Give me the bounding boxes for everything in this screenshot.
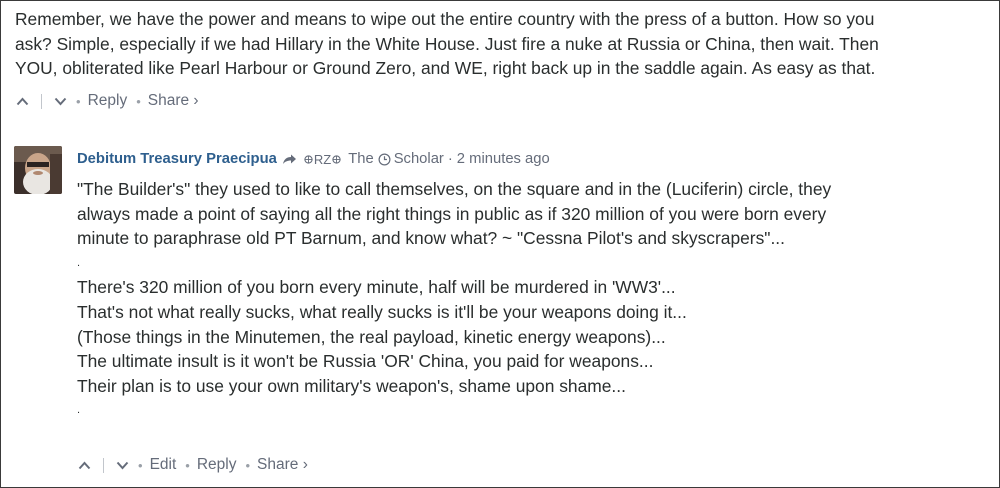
upvote-button[interactable]: [77, 458, 91, 472]
parent-comment-actions: • Reply • Share ›: [15, 92, 199, 110]
comment-text-line: That's not what really sucks, what reall…: [77, 301, 687, 322]
comment-text-line: Their plan is to use your own military's…: [77, 375, 626, 396]
user-badge[interactable]: RZ: [304, 152, 341, 167]
share-button[interactable]: Share ›: [148, 92, 199, 110]
comment-thread: Remember, we have the power and means to…: [0, 0, 1000, 488]
reply-comment-actions: • Edit • Reply • Share ›: [77, 456, 308, 474]
avatar-image: [14, 146, 62, 194]
badge-label: RZ: [313, 151, 332, 167]
separator-dot: •: [138, 457, 143, 473]
chevron-down-icon: [116, 461, 128, 469]
author-name[interactable]: Debitum Treasury Praecipua: [77, 151, 277, 167]
separator-dot: •: [245, 457, 251, 473]
comment-header: Debitum Treasury Praecipua RZ The Schola…: [77, 151, 550, 167]
edit-button[interactable]: Edit: [150, 456, 177, 474]
downvote-button[interactable]: [115, 458, 129, 472]
chevron-up-icon: [16, 97, 28, 105]
separator-dot: •: [76, 93, 81, 109]
avatar[interactable]: [14, 146, 62, 194]
reply-button[interactable]: Reply: [88, 92, 128, 110]
comment-spacer-line: .: [77, 404, 81, 417]
comment-text-line: There's 320 million of you born every mi…: [77, 277, 676, 298]
globe-icon: [332, 154, 341, 164]
comment-text-line: Remember, we have the power and means to…: [15, 9, 875, 29]
header-separator: ·: [447, 151, 453, 167]
in-reply-to-link[interactable]: Scholar: [394, 151, 444, 167]
comment-text-line: The ultimate insult is it won't be Russi…: [77, 351, 654, 372]
vote-divider: [41, 93, 42, 109]
comment-text-line: ask? Simple, especially if we had Hillar…: [15, 33, 879, 54]
reply-comment-body: "The Builder's" they used to like to cal…: [77, 177, 982, 423]
comment-text-line: YOU, obliterated like Pearl Harbour or G…: [15, 58, 876, 78]
chevron-down-icon: [54, 97, 66, 105]
share-button[interactable]: Share ›: [257, 456, 308, 474]
in-reply-to-prefix: The: [348, 151, 374, 167]
comment-text-line: (Those things in the Minutemen, the real…: [77, 326, 666, 347]
parent-comment-body: Remember, we have the power and means to…: [15, 7, 990, 81]
reply-button[interactable]: Reply: [197, 456, 237, 474]
comment-text-line: "The Builder's" they used to like to cal…: [77, 179, 832, 199]
downvote-button[interactable]: [53, 94, 67, 108]
upvote-button[interactable]: [15, 94, 29, 108]
globe-icon: [304, 154, 313, 164]
comment-text-line: minute to paraphrase old PT Barnum, and …: [77, 228, 785, 249]
chevron-up-icon: [78, 461, 90, 469]
share-arrow-icon: [282, 154, 297, 165]
separator-dot: •: [136, 93, 141, 109]
comment-spacer-line: .: [77, 256, 81, 269]
separator-dot: •: [185, 457, 190, 473]
clock-icon: [378, 153, 391, 166]
comment-text-line: always made a point of saying all the ri…: [77, 203, 827, 224]
vote-divider: [103, 457, 104, 473]
comment-timestamp[interactable]: 2 minutes ago: [457, 151, 550, 167]
